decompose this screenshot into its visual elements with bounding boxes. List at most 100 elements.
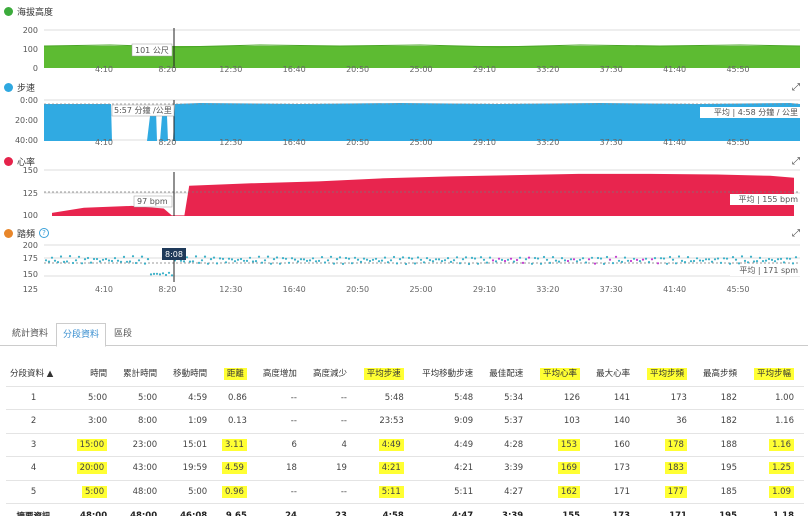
cadence-point	[365, 258, 369, 261]
column-header[interactable]: 分段資料 ▲	[6, 360, 71, 386]
cadence-point	[488, 256, 492, 259]
cadence-point	[86, 256, 90, 260]
table-cell: --	[306, 385, 357, 410]
cadence-point	[581, 257, 585, 260]
cadence-point	[362, 257, 366, 260]
table-cell-value: 15:00	[76, 438, 108, 451]
cadence-point	[761, 260, 765, 263]
cadence-point	[53, 259, 57, 262]
cadence-point	[407, 256, 411, 259]
cadence-point	[719, 261, 723, 264]
cadence-point	[554, 259, 558, 262]
cadence-point	[260, 261, 264, 264]
cadence-point	[65, 260, 69, 263]
cadence-point	[737, 262, 741, 265]
summary-cell: 195	[696, 503, 747, 516]
cadence-point	[698, 259, 702, 262]
table-cell: 1.09	[746, 479, 804, 504]
cadence-point	[203, 255, 207, 258]
pace-plot[interactable]: 0:00 20:00 40:00 5:57 分鐘 /公里 平均 | 4:58 分…	[0, 80, 808, 150]
elevation-tooltip: 101 公尺	[135, 46, 169, 55]
x-tick-label: 29:10	[473, 138, 496, 147]
tab-laps[interactable]: 分段資料	[56, 323, 107, 347]
column-header-label: 移動時間	[173, 368, 208, 379]
table-cell: 15:00	[71, 432, 118, 457]
column-header-label: 平均步幅	[753, 367, 794, 380]
cadence-point	[368, 259, 372, 263]
cadence-point	[758, 256, 762, 259]
table-cell: --	[256, 385, 307, 410]
cadence-point	[509, 257, 513, 260]
table-cell: 182	[696, 409, 747, 433]
table-cell: 5:48	[356, 385, 414, 410]
x-tick-label: 20:50	[346, 65, 369, 74]
cadence-point	[620, 260, 624, 263]
cadence-point	[194, 255, 198, 258]
cadence-average-label: 平均 | 171 spm	[739, 265, 798, 275]
table-cell-value: 3.11	[221, 438, 247, 451]
table-cell-value: 1.00	[775, 392, 794, 403]
x-tick-label: 45:50	[726, 285, 749, 294]
x-tick-label: 20:50	[346, 285, 369, 294]
elevation-plot[interactable]: 200 100 0 101 公尺 4:10 8:20 12:30 16:40 20:50…	[0, 4, 808, 76]
cadence-point	[404, 262, 408, 266]
cadence-point	[71, 261, 75, 265]
cadence-point	[416, 256, 420, 259]
table-cell-value: 4:21	[454, 463, 474, 474]
tab-statistics[interactable]: 統計資料	[6, 323, 54, 347]
table-cell-value: 0.96	[221, 485, 247, 498]
heart-rate-plot[interactable]: 150 125 100 97 bpm 平均 | 155 bpm	[0, 154, 808, 222]
table-cell: 4	[306, 432, 357, 457]
summary-cell: 155	[533, 503, 591, 516]
cadence-point	[674, 262, 678, 265]
table-cell: 4:49	[356, 432, 414, 457]
table-cell: 0.13	[217, 409, 257, 433]
cadence-point	[557, 260, 561, 263]
table-cell-value: 1.16	[775, 416, 794, 427]
table-cell: 5:37	[483, 409, 534, 433]
column-header-label: 平均步速	[363, 367, 404, 380]
cadence-point	[494, 260, 498, 263]
table-cell-value: 23:53	[379, 416, 404, 427]
table-cell: 169	[533, 456, 591, 480]
table-cell-value: 153	[557, 438, 581, 451]
column-header: 距離	[217, 360, 257, 386]
cadence-point	[128, 260, 132, 263]
table-cell-value: --	[340, 416, 347, 427]
cadence-point	[422, 261, 426, 264]
cadence-point	[59, 255, 63, 258]
x-tick-label: 12:30	[219, 65, 242, 74]
cadence-point	[746, 261, 750, 264]
cadence-point	[464, 256, 468, 259]
cadence-point	[197, 261, 201, 264]
cadence-point	[311, 257, 315, 260]
cadence-point	[188, 260, 192, 263]
cadence-point	[254, 260, 258, 263]
table-cell-value: 9:09	[454, 416, 474, 427]
cadence-point	[317, 259, 321, 262]
x-tick-label: 37:30	[600, 285, 623, 294]
table-cell-value: 4:21	[378, 462, 404, 475]
cadence-point	[80, 262, 84, 265]
cadence-point	[326, 259, 330, 262]
table-cell-value: 43:00	[132, 463, 158, 474]
table-cell: 15:01	[167, 432, 218, 457]
summary-cell: 24	[256, 503, 307, 516]
table-cell: 5:00	[71, 385, 118, 410]
tab-segments[interactable]: 區段	[108, 323, 138, 347]
cadence-point	[785, 257, 789, 260]
summary-cell: 摘要資訊	[6, 503, 72, 516]
cadence-point	[524, 258, 528, 261]
cadence-point	[641, 258, 645, 261]
summary-row: 摘要資訊48:0048:0046:089.6524234:584:473:391…	[6, 503, 804, 516]
x-tick-label: 29:10	[473, 65, 496, 74]
table-cell-value: 182	[720, 416, 737, 427]
cadence-point	[155, 272, 159, 275]
cadence-point	[713, 258, 717, 261]
table-cell: 3.11	[217, 432, 257, 457]
cadence-plot[interactable]: 200 175 150 125 8:08 平均 | 171 spm 4:10 8:…	[0, 226, 808, 298]
table-cell-value: 5:11	[378, 485, 404, 498]
table-cell: 0.86	[217, 385, 257, 410]
cadence-point	[602, 262, 606, 265]
table-cell-value: 20:00	[76, 462, 108, 475]
